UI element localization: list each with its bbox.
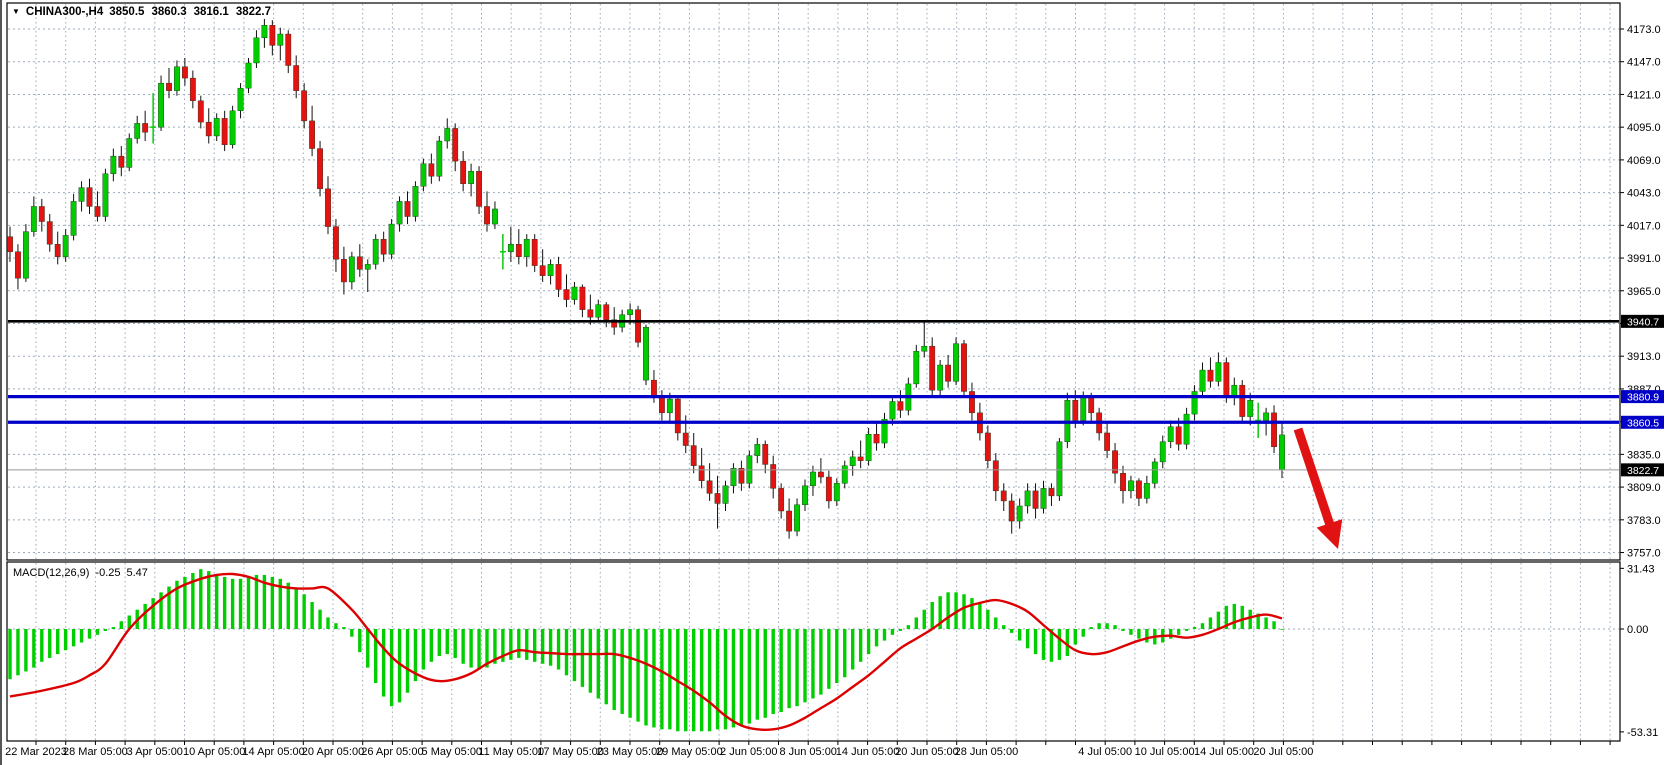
macd-indicator-label: MACD(12,26,9) -0.25 5.47 (13, 567, 148, 579)
quote-ohlc: 3850.5 3860.3 3816.1 3822.7 (109, 6, 271, 18)
price-axis-label: 4173.0 (1627, 24, 1661, 36)
price-axis-label: 3809.0 (1627, 482, 1661, 494)
chart-title-bar: ▼ CHINA300-,H4 3850.5 3860.3 3816.1 3822… (12, 6, 271, 18)
quote-open: 3850.5 (109, 6, 144, 18)
date-axis-label: 23 May 05:00 (597, 746, 664, 758)
date-axis-label: 29 May 05:00 (656, 746, 723, 758)
date-axis-label: 28 Mar 05:00 (63, 746, 128, 758)
quote-high: 3860.3 (151, 6, 186, 18)
date-axis-label: 20 Jul 05:00 (1253, 746, 1313, 758)
date-axis-label: 10 Apr 05:00 (183, 746, 245, 758)
date-axis-label: 14 Jul 05:00 (1194, 746, 1254, 758)
date-axis-label: 8 Jun 05:00 (779, 746, 837, 758)
date-axis-label: 17 May 05:00 (537, 746, 604, 758)
date-axis-label: 20 Apr 05:00 (302, 746, 364, 758)
date-axis-label: 14 Apr 05:00 (242, 746, 304, 758)
price-axis-label: 4095.0 (1627, 122, 1661, 134)
date-axis-label: 11 May 05:00 (478, 746, 544, 758)
date-axis-label: 22 Mar 2023 (5, 746, 67, 758)
price-badge: 3860.5 (1627, 417, 1659, 429)
macd-name: MACD(12,26,9) (13, 567, 89, 579)
macd-scale-label: 31.43 (1627, 563, 1655, 575)
symbol-period-label: CHINA300-,H4 (26, 6, 103, 18)
candlestick-series (7, 19, 1284, 539)
date-axis-label: 10 Jul 05:00 (1135, 746, 1195, 758)
horizontal-level-lines[interactable] (8, 321, 1619, 470)
price-axis-label: 4069.0 (1627, 155, 1661, 167)
price-axis-label: 3913.0 (1627, 351, 1661, 363)
macd-signal-value: 5.47 (127, 567, 148, 579)
mt4-chart-window: ▼ CHINA300-,H4 3850.5 3860.3 3816.1 3822… (0, 0, 1665, 765)
date-axis-label: 14 Jun 05:00 (836, 746, 900, 758)
price-axis-label: 4147.0 (1627, 57, 1661, 69)
quote-low: 3816.1 (194, 6, 229, 18)
price-axis-label: 4043.0 (1627, 188, 1661, 200)
date-axis-label: 20 Jun 05:00 (895, 746, 959, 758)
macd-current-value: -0.25 (95, 567, 120, 579)
date-axis-label: 2 Jun 05:00 (720, 746, 778, 758)
arrow-head (1317, 519, 1343, 549)
quote-close: 3822.7 (236, 6, 271, 18)
date-axis-label: 26 Apr 05:00 (361, 746, 423, 758)
price-badge: 3940.7 (1627, 316, 1659, 328)
date-axis-label: 4 Jul 05:00 (1078, 746, 1132, 758)
macd-panel-content (8, 569, 1283, 731)
date-axis-label: 3 Apr 05:00 (127, 746, 183, 758)
price-axis-label: 3835.0 (1627, 449, 1661, 461)
price-badge: 3880.9 (1627, 392, 1659, 404)
price-axis-label: 3757.0 (1627, 548, 1661, 560)
trend-arrow[interactable] (1298, 429, 1342, 549)
date-axis-label: 5 May 05:00 (422, 746, 483, 758)
macd-scale-label: -53.31 (1627, 727, 1658, 739)
price-axis-label: 3783.0 (1627, 515, 1661, 527)
symbol-dropdown-icon[interactable]: ▼ (12, 8, 20, 16)
price-axis-label: 3991.0 (1627, 253, 1661, 265)
date-axis-label: 28 Jun 05:00 (955, 746, 1019, 758)
price-axis-label: 4017.0 (1627, 220, 1661, 232)
grid-lines (8, 4, 1624, 745)
axis-labels: 3757.03783.03809.03835.03887.03913.03965… (5, 24, 1661, 758)
macd-scale-label: 0.00 (1627, 624, 1648, 636)
price-axis-label: 3965.0 (1627, 286, 1661, 298)
chart-canvas[interactable]: 3757.03783.03809.03835.03887.03913.03965… (0, 0, 1665, 765)
price-axis-label: 4121.0 (1627, 89, 1661, 101)
price-badge: 3822.7 (1627, 465, 1659, 477)
